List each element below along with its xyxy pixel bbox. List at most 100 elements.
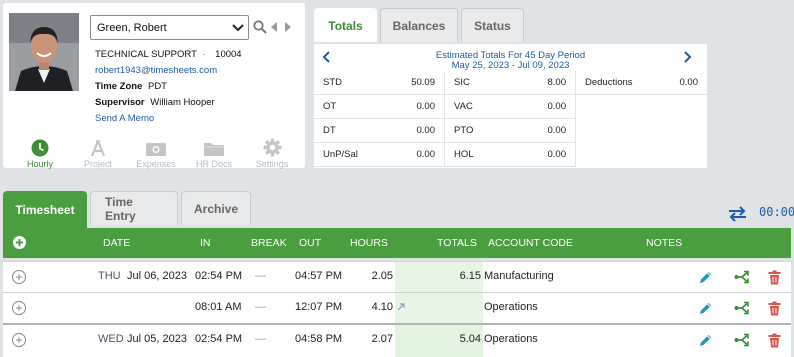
employee-select[interactable]: Green, Robert bbox=[90, 15, 249, 40]
total-label: OT bbox=[323, 101, 337, 112]
nav-label: Hourly bbox=[26, 159, 53, 169]
totals-panel: Estimated Totals For 45 Day Period May 2… bbox=[314, 44, 707, 168]
table-row[interactable]: + WED Jul 05, 2023 02:54 PM — 04:58 PM 2… bbox=[3, 323, 791, 357]
total-label: SIC bbox=[454, 77, 470, 88]
delete-icon[interactable] bbox=[768, 270, 781, 288]
row-out: 04:57 PM bbox=[295, 270, 343, 282]
total-value: 0.00 bbox=[416, 101, 436, 112]
split-icon[interactable] bbox=[734, 333, 750, 350]
sync-icon[interactable] bbox=[728, 206, 747, 225]
row-total: 5.04 bbox=[459, 333, 481, 345]
totals-cell-bg bbox=[395, 293, 483, 323]
folder-icon bbox=[203, 137, 225, 157]
total-cell: Deductions 0.00 bbox=[576, 71, 707, 95]
timesheet-tabs: Timesheet Time Entry Archive bbox=[3, 191, 254, 228]
delete-icon[interactable] bbox=[768, 301, 781, 319]
total-cell: DT 0.00 bbox=[314, 119, 445, 143]
department: TECHNICAL SUPPORT bbox=[95, 49, 197, 60]
edit-icon[interactable] bbox=[698, 301, 713, 319]
row-account-code: Manufacturing bbox=[484, 270, 554, 282]
table-row[interactable]: + THU Jul 06, 2023 02:54 PM — 04:57 PM 2… bbox=[3, 261, 791, 292]
edit-icon[interactable] bbox=[698, 270, 713, 288]
row-in: 02:54 PM bbox=[195, 270, 243, 282]
total-label: UnP/Sal bbox=[323, 149, 358, 160]
tab-balances[interactable]: Balances bbox=[380, 8, 458, 42]
col-totals: TOTALS bbox=[437, 237, 477, 249]
edit-icon[interactable] bbox=[698, 333, 713, 351]
nav-settings[interactable]: Settings bbox=[243, 137, 301, 169]
employee-email[interactable]: robert1943@timesheets.com bbox=[95, 65, 217, 76]
total-cell: HOL 0.00 bbox=[445, 143, 576, 167]
supervisor-label: Supervisor bbox=[95, 97, 145, 108]
total-label: Deductions bbox=[585, 77, 633, 88]
clock-icon bbox=[31, 137, 49, 157]
split-icon[interactable] bbox=[734, 301, 750, 318]
total-value: 0.00 bbox=[416, 149, 436, 160]
col-date: DATE bbox=[103, 237, 131, 249]
row-break: — bbox=[255, 270, 266, 282]
nav-expenses[interactable]: Expenses bbox=[127, 137, 185, 169]
supervisor-value: William Hooper bbox=[150, 97, 215, 108]
employee-select-value: Green, Robert bbox=[97, 21, 167, 34]
row-account-code: Operations bbox=[484, 333, 538, 345]
tab-totals[interactable]: Totals bbox=[314, 8, 377, 42]
split-icon[interactable] bbox=[734, 270, 750, 287]
prev-employee-icon[interactable] bbox=[271, 22, 277, 35]
next-employee-icon[interactable] bbox=[285, 22, 291, 35]
add-row-icon[interactable] bbox=[13, 236, 26, 252]
total-value: 8.00 bbox=[547, 77, 567, 88]
row-hours: 2.05 bbox=[371, 270, 393, 282]
add-entry-icon[interactable]: + bbox=[12, 301, 26, 315]
search-icon[interactable] bbox=[253, 20, 267, 37]
row-total: 6.15 bbox=[459, 270, 481, 282]
row-out: 12:07 PM bbox=[295, 301, 343, 313]
total-label: VAC bbox=[454, 101, 473, 112]
department-line: TECHNICAL SUPPORT · 10004 bbox=[95, 49, 242, 60]
col-out: OUT bbox=[299, 237, 322, 249]
supervisor-line: Supervisor William Hooper bbox=[95, 97, 215, 108]
tab-timesheet[interactable]: Timesheet bbox=[3, 191, 87, 228]
employee-photo bbox=[9, 13, 79, 91]
total-value: 0.00 bbox=[679, 77, 699, 88]
add-entry-icon[interactable]: + bbox=[12, 333, 26, 347]
row-break: — bbox=[255, 333, 266, 345]
expand-arrow-icon[interactable] bbox=[397, 302, 405, 314]
total-cell: PTO 0.00 bbox=[445, 119, 576, 143]
timezone-line: Time Zone PDT bbox=[95, 81, 167, 92]
col-in: IN bbox=[200, 237, 211, 249]
employee-number: 10004 bbox=[215, 49, 242, 60]
row-hours: 2.07 bbox=[371, 333, 393, 345]
send-memo-link[interactable]: Send A Memo bbox=[95, 113, 154, 124]
col-hours: HOURS bbox=[350, 237, 388, 249]
module-nav: Hourly Project Expenses HR Docs Settings bbox=[11, 137, 301, 169]
add-entry-icon[interactable]: + bbox=[12, 270, 26, 284]
total-cell: SIC 8.00 bbox=[445, 71, 576, 95]
delete-icon[interactable] bbox=[768, 333, 781, 351]
nav-hr-docs[interactable]: HR Docs bbox=[185, 137, 243, 169]
row-hours: 4.10 bbox=[371, 301, 393, 313]
row-out: 04:58 PM bbox=[295, 333, 343, 345]
total-value: 0.00 bbox=[547, 125, 567, 136]
row-account-code: Operations bbox=[484, 301, 538, 313]
tab-time-entry[interactable]: Time Entry bbox=[90, 191, 178, 225]
nav-project[interactable]: Project bbox=[69, 137, 127, 169]
total-value: 50.09 bbox=[411, 77, 435, 88]
total-cell: OT 0.00 bbox=[314, 95, 445, 119]
row-in: 08:01 AM bbox=[195, 301, 242, 313]
tab-status[interactable]: Status bbox=[461, 8, 524, 42]
totals-tabs: Totals Balances Status bbox=[314, 8, 527, 42]
total-cell: STD 50.09 bbox=[314, 71, 445, 95]
row-date: Jul 05, 2023 bbox=[127, 333, 187, 345]
row-in: 02:54 PM bbox=[195, 333, 243, 345]
nav-label: Expenses bbox=[136, 159, 176, 169]
nav-label: Project bbox=[83, 159, 112, 169]
tab-archive[interactable]: Archive bbox=[181, 191, 251, 225]
total-value: 0.00 bbox=[547, 101, 567, 112]
total-label: DT bbox=[323, 125, 336, 136]
table-row[interactable]: + 08:01 AM — 12:07 PM 4.10 Operations bbox=[3, 292, 791, 323]
col-account-code: ACCOUNT CODE bbox=[488, 237, 573, 249]
row-day: THU bbox=[98, 270, 121, 282]
nav-hourly[interactable]: Hourly bbox=[11, 137, 69, 169]
gear-icon bbox=[262, 137, 282, 157]
timezone-label: Time Zone bbox=[95, 81, 143, 92]
